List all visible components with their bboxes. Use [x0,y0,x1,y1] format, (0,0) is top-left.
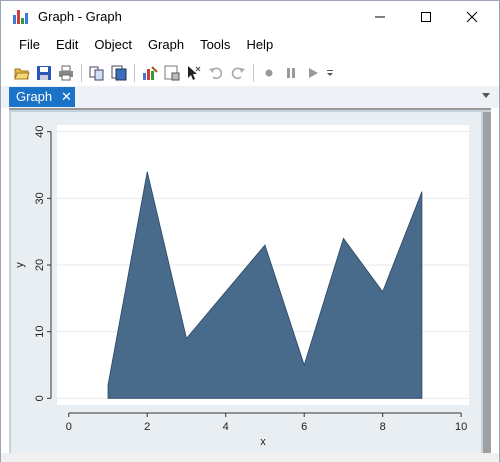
redo-button[interactable] [227,62,248,84]
menu-tools[interactable]: Tools [192,34,238,56]
y-axis-title: y [14,262,26,268]
copy-icon [89,66,103,81]
menu-edit[interactable]: Edit [48,34,86,56]
undo-button[interactable] [205,62,226,84]
copy-graph-button[interactable] [108,62,129,84]
status-strip [1,453,499,462]
tab-list-dropdown-icon[interactable] [482,93,490,98]
menu-object[interactable]: Object [86,34,140,56]
window-title: Graph - Graph [38,9,122,24]
record-icon [265,69,272,77]
save-icon [36,66,51,80]
open-icon [13,68,30,80]
y-tick-label: 30 [34,192,46,204]
pointer-icon [187,66,200,80]
copy-button[interactable] [86,62,107,84]
y-tick-label: 0 [34,395,46,401]
graph-editor-icon [142,66,158,80]
graph-app-icon [13,10,29,24]
toolbar-overflow-button[interactable] [324,62,336,84]
play-icon [308,68,318,78]
tab-close-icon[interactable]: ✕ [61,87,72,107]
menu-help[interactable]: Help [238,34,281,56]
record-button[interactable] [258,62,279,84]
open-button[interactable] [11,62,32,84]
data-editor-icon [164,65,179,81]
print-button[interactable] [55,62,76,84]
x-tick-label: 6 [301,421,307,433]
x-tick-label: 10 [455,421,467,433]
minimize-icon [375,16,385,17]
vertical-scrollbar[interactable] [483,112,491,453]
menu-file[interactable]: File [11,34,48,56]
graph-region: 0 10 20 30 40 0 2 4 6 8 10 x y [11,112,481,453]
minimize-button[interactable] [357,1,403,32]
toolbar [1,60,499,86]
graph-window: Graph - Graph File Edit Object Graph Too… [0,0,500,462]
play-button[interactable] [302,62,323,84]
tab-graph[interactable]: Graph ✕ [9,87,75,107]
x-tick-label: 2 [144,421,150,433]
redo-icon [231,67,245,80]
tab-strip: Graph ✕ [1,86,499,108]
maximize-icon [421,11,431,22]
print-icon [58,65,73,81]
x-tick-label: 8 [380,421,386,433]
maximize-button[interactable] [403,1,449,32]
area-chart: 0 10 20 30 40 0 2 4 6 8 10 x y [14,125,469,448]
close-button[interactable] [449,1,495,32]
x-axis-title: x [260,436,266,448]
title-bar[interactable]: Graph - Graph [1,1,499,32]
data-editor-button[interactable] [161,62,182,84]
close-icon [466,11,478,22]
tab-label: Graph [16,89,53,104]
save-button[interactable] [33,62,54,84]
y-tick-label: 40 [34,126,46,138]
graph-viewport: 0 10 20 30 40 0 2 4 6 8 10 x y [9,108,491,453]
graph-editor-button[interactable] [139,62,160,84]
pointer-button[interactable] [183,62,204,84]
menu-bar: File Edit Object Graph Tools Help [1,34,499,56]
y-tick-label: 10 [34,326,46,338]
chevron-down-icon [327,70,333,76]
pause-button[interactable] [280,62,301,84]
menu-graph[interactable]: Graph [140,34,192,56]
y-tick-label: 20 [34,259,46,271]
undo-icon [208,67,222,80]
x-tick-label: 4 [223,421,229,433]
copy-graph-icon [111,65,126,81]
pause-icon [286,68,295,78]
x-tick-label: 0 [66,421,72,433]
